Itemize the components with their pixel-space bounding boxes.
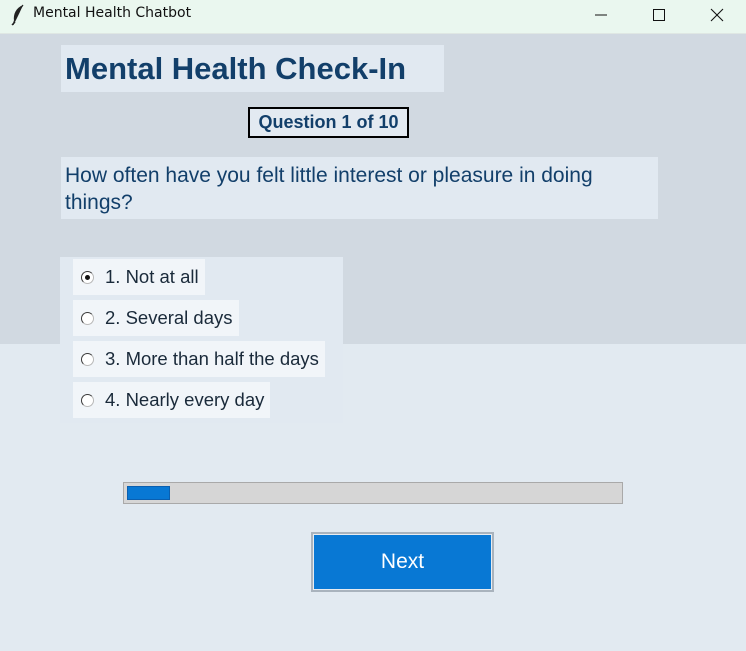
minimize-icon — [595, 14, 607, 15]
radio-button[interactable] — [81, 394, 94, 407]
minimize-button[interactable] — [573, 0, 629, 29]
window-title: Mental Health Chatbot — [33, 5, 192, 21]
progress-bar-fill — [127, 486, 170, 500]
feather-icon — [11, 4, 24, 26]
radio-button[interactable] — [81, 353, 94, 366]
option-label: 1. Not at all — [105, 266, 199, 287]
option-label: 4. Nearly every day — [105, 389, 265, 410]
option-label: 3. More than half the days — [105, 348, 319, 369]
option-nearly-every-day[interactable]: 4. Nearly every day — [73, 382, 271, 418]
maximize-icon — [653, 8, 665, 21]
close-icon — [710, 8, 724, 21]
option-not-at-all[interactable]: 1. Not at all — [73, 259, 205, 295]
option-several-days[interactable]: 2. Several days — [73, 300, 239, 336]
close-button[interactable] — [689, 0, 745, 29]
radio-button[interactable] — [81, 312, 94, 325]
question-text: How often have you felt little interest … — [61, 157, 658, 219]
option-more-than-half[interactable]: 3. More than half the days — [73, 341, 325, 377]
page-title: Mental Health Check-In — [61, 45, 444, 92]
window-titlebar: Mental Health Chatbot — [0, 0, 746, 34]
option-label: 2. Several days — [105, 307, 233, 328]
maximize-button[interactable] — [631, 0, 687, 29]
progress-bar — [123, 482, 623, 504]
next-button[interactable]: Next — [311, 532, 494, 592]
radio-button[interactable] — [81, 271, 94, 284]
question-counter: Question 1 of 10 — [248, 107, 409, 138]
